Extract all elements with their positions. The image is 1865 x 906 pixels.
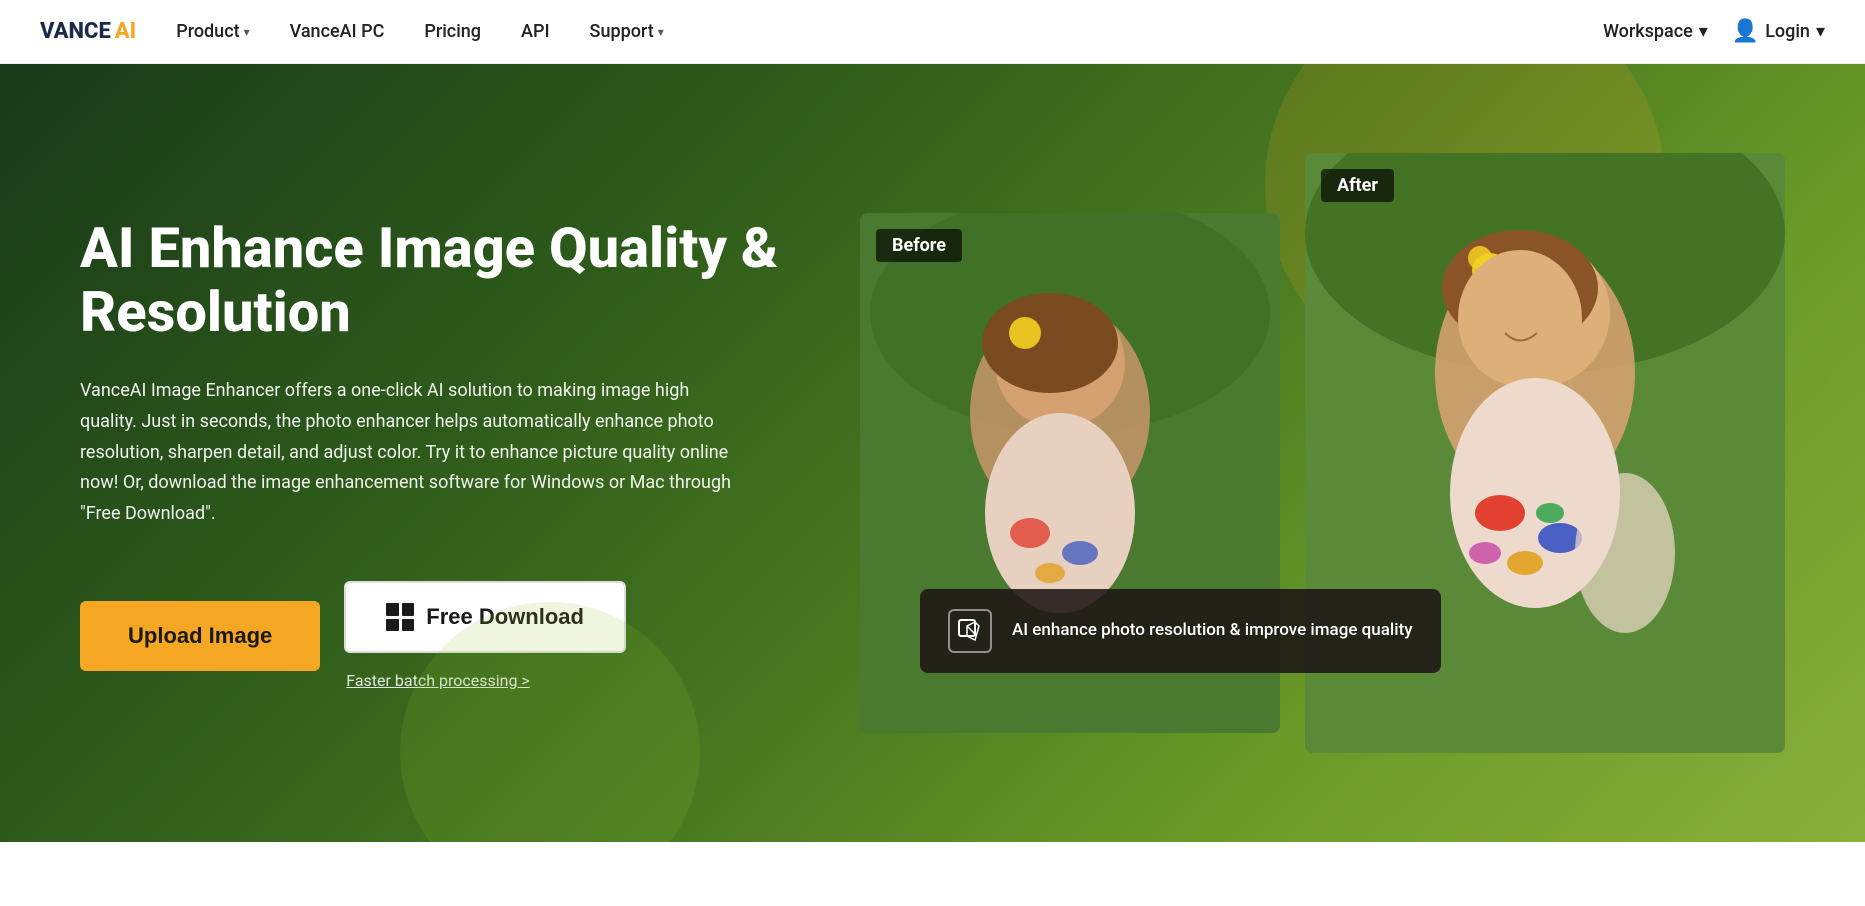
logo-vance: VANCE [40,19,111,44]
workspace-button[interactable]: Workspace ▾ [1603,21,1708,42]
before-label: Before [876,229,962,262]
upload-image-button[interactable]: Upload Image [80,601,320,671]
nav-item-support[interactable]: Support ▾ [590,17,664,46]
nav-item-vanceai-pc[interactable]: VanceAI PC [290,17,385,46]
hero-description: VanceAI Image Enhancer offers a one-clic… [80,376,740,529]
faster-batch-link[interactable]: Faster batch processing > [346,671,626,690]
tooltip-text: AI enhance photo resolution & improve im… [1012,619,1413,643]
hero-buttons: Upload Image Free Download Faster batch … [80,581,800,690]
win-sq-2 [402,603,415,616]
win-sq-3 [386,619,399,632]
account-icon: 👤 [1732,19,1759,44]
hero-image-area: Before [860,153,1785,753]
nav-right: Workspace ▾ 👤 Login ▾ [1603,19,1825,44]
nav-left: VANCEAI Product ▾ VanceAI PC Pricing API… [40,17,664,46]
nav-item-product[interactable]: Product ▾ [176,17,249,46]
logo[interactable]: VANCEAI [40,19,136,44]
navbar: VANCEAI Product ▾ VanceAI PC Pricing API… [0,0,1865,64]
workspace-chevron-icon: ▾ [1699,21,1708,42]
hero-title: AI Enhance Image Quality & Resolution [80,216,800,345]
enhance-svg [957,618,983,644]
win-sq-1 [386,603,399,616]
logo-ai: AI [115,19,136,44]
tooltip-overlay: AI enhance photo resolution & improve im… [920,589,1441,673]
windows-icon [386,603,414,631]
support-chevron-icon: ▾ [658,25,664,39]
free-download-button[interactable]: Free Download [344,581,626,653]
after-label: After [1321,169,1394,202]
hero-section: AI Enhance Image Quality & Resolution Va… [0,64,1865,842]
hero-content: AI Enhance Image Quality & Resolution Va… [80,216,860,691]
product-chevron-icon: ▾ [244,25,250,39]
nav-item-pricing[interactable]: Pricing [424,17,481,46]
login-chevron-icon: ▾ [1816,21,1825,42]
enhance-icon [948,609,992,653]
nav-item-api[interactable]: API [521,17,550,46]
login-button[interactable]: 👤 Login ▾ [1732,19,1825,44]
win-sq-4 [402,619,415,632]
